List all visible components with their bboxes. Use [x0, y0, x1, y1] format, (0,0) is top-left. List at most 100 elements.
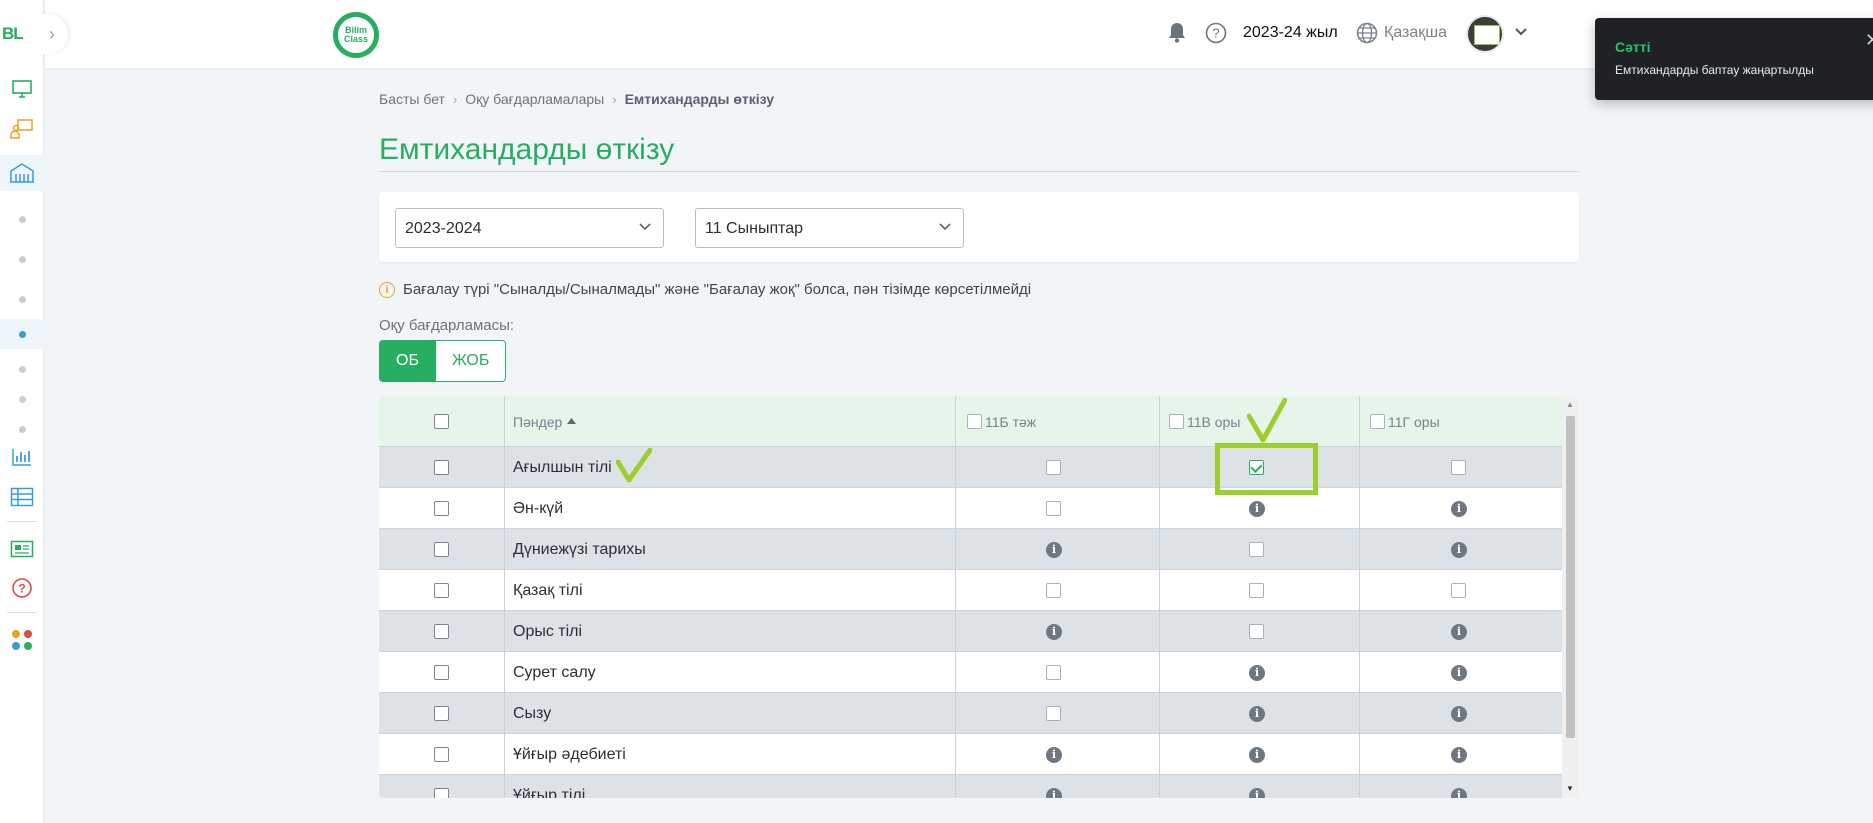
row-select-checkbox[interactable] — [434, 734, 449, 775]
toast-message: Емтихандарды баптау жаңартылды — [1615, 63, 1814, 77]
breadcrumb: Басты бет › Оқу бағдарламалары › Емтихан… — [379, 91, 774, 107]
info-icon[interactable]: i — [1046, 734, 1062, 775]
help-circle-icon[interactable]: ? — [0, 573, 44, 603]
exam-checkbox[interactable] — [1046, 693, 1061, 734]
table-grid-icon[interactable] — [0, 482, 44, 512]
info-icon[interactable]: i — [1451, 734, 1467, 775]
row-select-checkbox[interactable] — [434, 447, 449, 488]
breadcrumb-home[interactable]: Басты бет — [379, 91, 445, 107]
info-icon[interactable]: i — [1249, 652, 1265, 693]
info-icon[interactable]: i — [1451, 775, 1467, 798]
svg-text:?: ? — [1212, 26, 1219, 41]
sidebar-logo[interactable]: BL — [2, 24, 24, 44]
year-select-value: 2023-2024 — [405, 220, 482, 237]
subjects-table: Пәндер 11Б тәж 11В оры 11Г оры Ағылшын т… — [379, 396, 1579, 798]
table-scrollbar[interactable]: ▲ ▼ — [1562, 396, 1579, 798]
monitor-icon[interactable] — [0, 74, 44, 104]
toast-title: Сәтті — [1615, 39, 1651, 55]
scroll-down-icon[interactable]: ▼ — [1566, 784, 1574, 793]
scroll-thumb[interactable] — [1566, 416, 1575, 738]
nav-dot-5[interactable] — [0, 354, 44, 384]
row-select-checkbox[interactable] — [434, 775, 449, 798]
close-icon[interactable]: ✕ — [1865, 30, 1873, 51]
bilimclass-logo[interactable]: Bilim Class — [333, 12, 379, 58]
exam-checkbox[interactable] — [1046, 570, 1061, 611]
exam-checkbox[interactable] — [1451, 447, 1466, 488]
chart-bars-icon[interactable] — [0, 442, 44, 472]
subject-column-header[interactable]: Пәндер — [513, 396, 577, 447]
school-building-icon[interactable] — [0, 155, 44, 191]
language-selector[interactable]: Қазақша — [1384, 24, 1447, 42]
subject-name: Ағылшын тілі — [513, 458, 612, 476]
class-header-label: 11В оры — [1187, 413, 1241, 430]
info-icon[interactable]: i — [1046, 529, 1062, 570]
nav-dot-6[interactable] — [0, 384, 44, 414]
nav-dot-1[interactable] — [0, 204, 44, 234]
row-select-checkbox[interactable] — [434, 570, 449, 611]
info-icon[interactable]: i — [1451, 652, 1467, 693]
sidebar-divider — [7, 521, 37, 522]
info-icon[interactable]: i — [1249, 693, 1265, 734]
nav-dot-4-active[interactable] — [0, 319, 44, 349]
row-select-checkbox[interactable] — [434, 693, 449, 734]
info-icon[interactable]: i — [1249, 775, 1265, 798]
sidebar: BL ? — [0, 0, 44, 823]
exam-checkbox[interactable] — [1046, 488, 1061, 529]
exam-checkbox[interactable] — [1046, 652, 1061, 693]
exam-checkbox[interactable] — [1249, 570, 1264, 611]
info-icon[interactable]: i — [1451, 611, 1467, 652]
row-select-checkbox[interactable] — [434, 488, 449, 529]
globe-icon[interactable] — [1356, 22, 1378, 49]
table-row: Ағылшын тілі — [379, 447, 1562, 488]
info-icon[interactable]: i — [1451, 488, 1467, 529]
class-header-11g[interactable]: 11Г оры — [1370, 396, 1440, 447]
academic-year[interactable]: 2023-24 жыл — [1243, 24, 1338, 42]
apps-icon[interactable] — [0, 625, 44, 655]
program-option-zhob[interactable]: ЖОБ — [435, 340, 507, 382]
class-select[interactable]: 11 Сыныптар — [695, 208, 964, 248]
table-header: Пәндер 11Б тәж 11В оры 11Г оры — [379, 396, 1562, 447]
scroll-up-icon[interactable]: ▲ — [1566, 400, 1574, 409]
table-row: Ән-күй i i — [379, 488, 1562, 529]
select-all-checkbox[interactable] — [434, 396, 449, 447]
nav-dot-2[interactable] — [0, 244, 44, 274]
row-select-checkbox[interactable] — [434, 529, 449, 570]
table-row: Ұйғыр әдебиеті i i i — [379, 734, 1562, 775]
exam-checkbox[interactable] — [1046, 447, 1061, 488]
program-option-ob[interactable]: ОБ — [379, 340, 436, 382]
svg-text:?: ? — [18, 582, 25, 596]
subject-name: Орыс тілі — [513, 622, 583, 640]
program-toggle: ОБ ЖОБ — [379, 340, 507, 382]
exam-checkbox[interactable] — [1249, 611, 1264, 652]
subject-name: Сурет салу — [513, 663, 596, 681]
info-icon[interactable]: i — [1046, 611, 1062, 652]
info-icon[interactable]: i — [1046, 775, 1062, 798]
breadcrumb-programs[interactable]: Оқу бағдарламалары — [465, 91, 604, 107]
avatar[interactable] — [1466, 15, 1504, 53]
question-circle-icon[interactable]: ? — [1205, 22, 1227, 49]
teacher-board-icon[interactable] — [0, 114, 44, 144]
subject-name: Сызу — [513, 704, 552, 722]
table-row: Орыс тілі i i — [379, 611, 1562, 652]
info-icon[interactable]: i — [1451, 529, 1467, 570]
notice-text: Бағалау түрі "Сыналды/Сыналмады" және "Б… — [403, 281, 1032, 298]
title-divider — [379, 171, 1579, 172]
class-header-11v[interactable]: 11В оры — [1169, 396, 1240, 447]
class-header-11b[interactable]: 11Б тәж — [967, 396, 1036, 447]
info-icon[interactable]: i — [1451, 693, 1467, 734]
chevron-down-icon — [937, 218, 953, 239]
success-toast: Сәтті Емтихандарды баптау жаңартылды ✕ — [1595, 18, 1873, 100]
table-row: Ұйғыр тілі i i i — [379, 775, 1562, 798]
info-icon[interactable]: i — [1249, 734, 1265, 775]
subject-header-label: Пәндер — [513, 413, 563, 430]
news-icon[interactable] — [0, 534, 44, 564]
exam-checkbox[interactable] — [1249, 529, 1264, 570]
row-select-checkbox[interactable] — [434, 652, 449, 693]
nav-dot-3[interactable] — [0, 284, 44, 314]
year-select[interactable]: 2023-2024 — [395, 208, 664, 248]
exam-checkbox[interactable] — [1451, 570, 1466, 611]
bell-icon[interactable] — [1168, 21, 1186, 48]
chevron-down-icon[interactable] — [1514, 24, 1528, 40]
nav-dot-7[interactable] — [0, 414, 44, 444]
row-select-checkbox[interactable] — [434, 611, 449, 652]
